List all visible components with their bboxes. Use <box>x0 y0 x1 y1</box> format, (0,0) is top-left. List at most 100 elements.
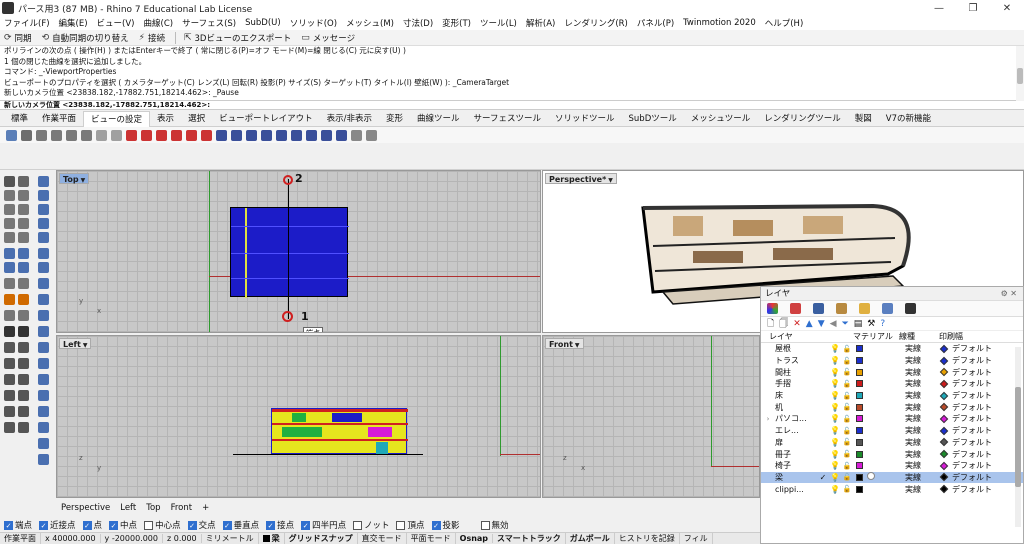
group-icon[interactable] <box>4 326 15 337</box>
menu-tools[interactable]: ツール(L) <box>480 17 517 29</box>
layer-row[interactable]: 間柱 💡 🔓 実線 デフォルト <box>761 366 1023 378</box>
menu-curve[interactable]: 曲線(C) <box>144 17 174 29</box>
osnap-checkbox[interactable] <box>480 520 490 530</box>
delete-layer-icon[interactable]: ✕ <box>793 319 801 329</box>
layer-color-swatch[interactable] <box>853 392 865 400</box>
layer-linetype[interactable]: 実線 <box>901 449 941 460</box>
polygon-icon[interactable] <box>18 218 29 229</box>
dimension-icon[interactable] <box>18 326 29 337</box>
camera-icon[interactable] <box>141 129 152 141</box>
lightbulb-icon[interactable]: 💡 <box>829 461 841 470</box>
point-icon[interactable] <box>18 176 29 187</box>
target-icon[interactable] <box>366 129 377 141</box>
lock-icon[interactable]: 🔓 <box>841 380 853 388</box>
lightbulb-icon[interactable]: 💡 <box>829 391 841 400</box>
osnap-checkbox[interactable]: ✓ <box>4 520 13 530</box>
osnap-item[interactable]: ✓ 投影 <box>431 519 460 531</box>
layer-row[interactable]: 机 💡 🔓 実線 デフォルト <box>761 401 1023 413</box>
layer-material[interactable] <box>865 472 901 482</box>
layer-print-width[interactable]: デフォルト <box>939 425 1003 436</box>
explode-icon[interactable] <box>18 358 29 369</box>
help-icon[interactable]: ? <box>880 319 885 329</box>
lock-icon[interactable]: 🔓 <box>841 415 853 423</box>
layer-color-swatch[interactable] <box>853 403 865 411</box>
osnap-item[interactable]: ✓ 交点 <box>187 519 216 531</box>
plan-drawing[interactable] <box>230 207 349 298</box>
cylinder-icon[interactable] <box>18 262 29 273</box>
split-view-icon[interactable] <box>246 129 257 141</box>
xray-icon[interactable] <box>336 129 347 141</box>
layer-color-swatch[interactable] <box>853 345 865 353</box>
osnap-checkbox[interactable]: ✓ <box>266 520 276 530</box>
render-icon[interactable] <box>38 390 49 401</box>
osnap-item[interactable]: ✓ 近接点 <box>39 519 76 531</box>
layer-color-swatch[interactable] <box>853 357 865 365</box>
zoom-icon[interactable] <box>36 129 47 141</box>
viewport-title-top[interactable]: Top ▼ <box>59 173 90 184</box>
subd-icon[interactable] <box>38 438 49 449</box>
tab-select[interactable]: 選択 <box>181 111 212 127</box>
units-status[interactable]: ミリメートル <box>202 533 259 544</box>
ghosted-icon[interactable] <box>321 129 332 141</box>
scale-icon[interactable] <box>38 326 49 337</box>
move-up-icon[interactable]: ▲ <box>806 319 813 329</box>
layer-linetype[interactable]: 実線 <box>901 343 941 354</box>
tab-drafting[interactable]: 製図 <box>848 111 879 127</box>
vp-tab-top[interactable]: Top <box>146 503 160 513</box>
split-icon[interactable] <box>4 294 15 305</box>
scroll-thumb[interactable] <box>1017 68 1023 84</box>
layer-row[interactable]: 扉 💡 🔓 実線 デフォルト <box>761 437 1023 449</box>
front-view-icon[interactable] <box>171 129 182 141</box>
osnap-item[interactable]: 無効 <box>480 519 509 531</box>
layer-linetype[interactable]: 実線 <box>901 437 941 448</box>
layer-linetype[interactable]: 実線 <box>901 402 941 413</box>
gumball-icon[interactable] <box>18 422 29 433</box>
mesh-icon[interactable] <box>4 278 15 289</box>
move-down-icon[interactable]: ▼ <box>818 319 825 329</box>
lock-icon[interactable]: 🔓 <box>841 368 853 376</box>
lock-icon[interactable]: 🔓 <box>841 462 853 470</box>
osnap-item[interactable]: ✓ 垂直点 <box>222 519 259 531</box>
menu-analyze[interactable]: 解析(A) <box>526 17 555 29</box>
current-layer-check[interactable]: ✓ <box>817 473 829 482</box>
camera-tab-icon[interactable] <box>905 303 916 314</box>
layout-icon[interactable] <box>231 129 242 141</box>
materials-tab-icon[interactable] <box>813 303 824 314</box>
viewport-top[interactable]: 2 1 端点 y x Top ▼ <box>56 170 541 333</box>
shaded-icon[interactable] <box>276 129 287 141</box>
planar-surface-icon[interactable] <box>18 248 29 259</box>
lightbulb-icon[interactable]: 💡 <box>829 414 841 423</box>
layer-linetype[interactable]: 実線 <box>901 472 941 483</box>
osnap-item[interactable]: ✓ 端点 <box>4 519 32 531</box>
named-view-icon[interactable] <box>126 129 137 141</box>
lock-icon[interactable]: 🔓 <box>841 345 853 353</box>
lightbulb-icon[interactable]: 💡 <box>829 473 841 482</box>
lightbulb-icon[interactable]: 💡 <box>829 426 841 435</box>
menu-panels[interactable]: パネル(P) <box>637 17 674 29</box>
new-layer-icon[interactable]: 🗋 <box>767 316 774 332</box>
cage-icon[interactable] <box>38 422 49 433</box>
sync-button[interactable]: ⟳ 同期 <box>4 32 32 44</box>
lock-icon[interactable]: 🔓 <box>841 357 853 365</box>
wireframe-icon[interactable] <box>306 129 317 141</box>
filter-icon[interactable]: ⏷ <box>842 319 849 329</box>
layer-row[interactable]: 屋根 💡 🔓 実線 デフォルト <box>761 343 1023 355</box>
mirror-icon[interactable] <box>38 358 49 369</box>
layer-print-width[interactable]: デフォルト <box>939 378 1003 389</box>
osnap-item[interactable]: 頂点 <box>396 519 425 531</box>
walk-icon[interactable] <box>351 129 362 141</box>
osnap-checkbox[interactable]: ✓ <box>222 520 232 530</box>
lightbulb-icon[interactable]: 💡 <box>829 438 841 447</box>
text-icon[interactable] <box>4 342 15 353</box>
cplane-status[interactable]: 作業平面 <box>0 533 41 544</box>
layer-linetype[interactable]: 実線 <box>901 378 941 389</box>
layer-print-width[interactable]: デフォルト <box>939 402 1003 413</box>
layer-scrollbar[interactable] <box>1015 347 1021 527</box>
tab-surface-tools[interactable]: サーフェスツール <box>467 111 549 127</box>
layer-linetype[interactable]: 実線 <box>901 367 941 378</box>
menu-surface[interactable]: サーフェス(S) <box>182 17 236 29</box>
layer-states-icon[interactable]: ▤ <box>854 319 863 329</box>
layer-print-width[interactable]: デフォルト <box>939 460 1003 471</box>
menu-mesh[interactable]: メッシュ(M) <box>346 17 394 29</box>
layer-color-swatch[interactable] <box>853 368 865 376</box>
